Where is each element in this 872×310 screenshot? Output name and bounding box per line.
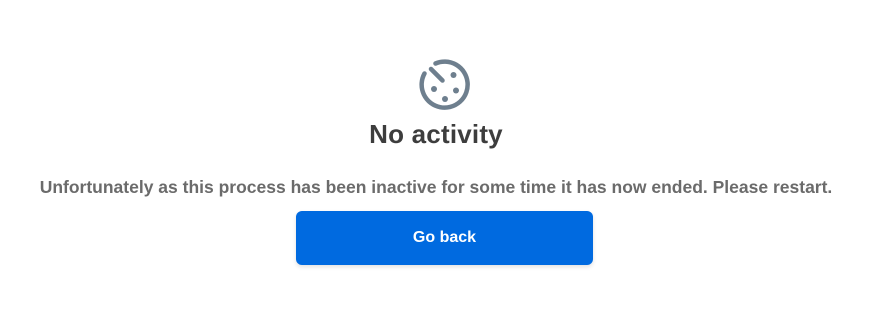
page-title: No activity — [369, 119, 503, 149]
timer-off-icon — [418, 56, 472, 110]
status-message: Unfortunately as this process has been i… — [39, 177, 833, 197]
inactivity-page: No activity Unfortunately as this proces… — [0, 0, 872, 310]
go-back-button[interactable]: Go back — [296, 211, 593, 265]
